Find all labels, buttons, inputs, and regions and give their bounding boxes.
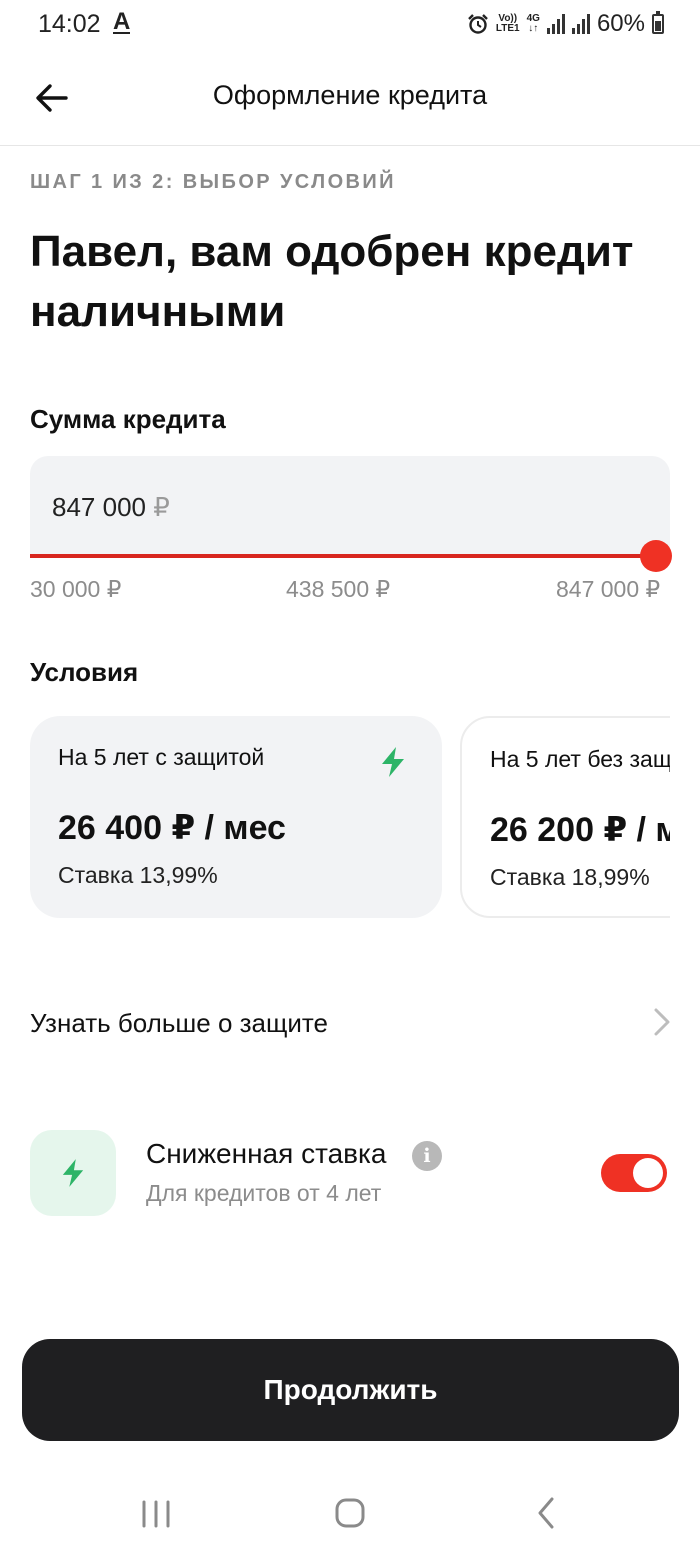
approval-headline: Павел, вам одобрен кредит наличными: [30, 227, 634, 336]
learn-more-protection-link[interactable]: Узнать больше о защите: [30, 990, 672, 1056]
reduced-rate-icon-box: [30, 1130, 116, 1216]
volte-indicator: Vo)) LTE1: [495, 13, 520, 34]
status-time: 14:02: [38, 10, 101, 38]
signal-icon: [546, 14, 565, 34]
toggle-knob: [633, 1158, 663, 1188]
page-title: Оформление кредита: [212, 80, 488, 110]
condition-rate: Ставка 18,99%: [490, 864, 650, 890]
battery-percent: 60%: [596, 10, 645, 37]
condition-payment: 26 200 ₽ / мес: [490, 811, 670, 849]
condition-card-without-protection[interactable]: На 5 лет без защиты 26 200 ₽ / мес Ставк…: [460, 716, 670, 918]
loan-amount-slider-thumb[interactable]: [640, 540, 672, 572]
chevron-right-icon: [654, 1008, 670, 1036]
loan-amount-input[interactable]: 847 000 ₽: [30, 456, 670, 556]
continue-button[interactable]: Продолжить: [22, 1339, 679, 1441]
reduced-rate-toggle[interactable]: [601, 1154, 667, 1192]
lightning-icon: [62, 1159, 84, 1187]
condition-payment: 26 400 ₽ / мес: [58, 809, 286, 847]
notification-a-icon: A: [113, 8, 131, 35]
system-nav-bar: [0, 1470, 700, 1556]
conditions-label: Условия: [30, 657, 139, 687]
step-indicator: ШАГ 1 ИЗ 2: ВЫБОР УСЛОВИЙ: [30, 171, 396, 193]
app-bar: Оформление кредита: [0, 52, 700, 146]
back-icon[interactable]: [516, 1492, 576, 1536]
learn-more-text: Узнать больше о защите: [30, 1008, 328, 1038]
battery-icon: [652, 11, 664, 34]
slider-max-label: 847 000 ₽: [556, 576, 661, 602]
network-indicator: 4G ↓↑: [526, 13, 540, 34]
reduced-rate-subtitle: Для кредитов от 4 лет: [146, 1180, 382, 1206]
home-icon[interactable]: [320, 1492, 380, 1536]
loan-amount-slider-track[interactable]: [30, 554, 656, 558]
recent-apps-icon[interactable]: [126, 1492, 186, 1536]
loan-amount-label: Сумма кредита: [30, 404, 226, 434]
slider-mid-label: 438 500 ₽: [286, 576, 391, 602]
status-bar: 14:02 A Vo)) LTE1 4G ↓↑ 60%: [0, 0, 700, 52]
condition-rate: Ставка 13,99%: [58, 862, 218, 888]
loan-amount-value: 847 000 ₽: [52, 492, 170, 522]
condition-term: На 5 лет с защитой: [58, 744, 265, 770]
reduced-rate-title: Сниженная ставка: [146, 1138, 387, 1169]
slider-min-label: 30 000 ₽: [30, 576, 122, 602]
condition-term: На 5 лет без защиты: [490, 746, 670, 772]
status-indicators: Vo)) LTE1 4G ↓↑ 60%: [467, 10, 664, 38]
info-icon[interactable]: i: [412, 1141, 442, 1171]
conditions-carousel[interactable]: На 5 лет с защитой 26 400 ₽ / мес Ставка…: [30, 716, 670, 920]
alarm-icon: [468, 14, 488, 34]
condition-card-with-protection[interactable]: На 5 лет с защитой 26 400 ₽ / мес Ставка…: [30, 716, 442, 918]
signal-icon-2: [571, 14, 590, 34]
lightning-icon: [382, 747, 404, 777]
